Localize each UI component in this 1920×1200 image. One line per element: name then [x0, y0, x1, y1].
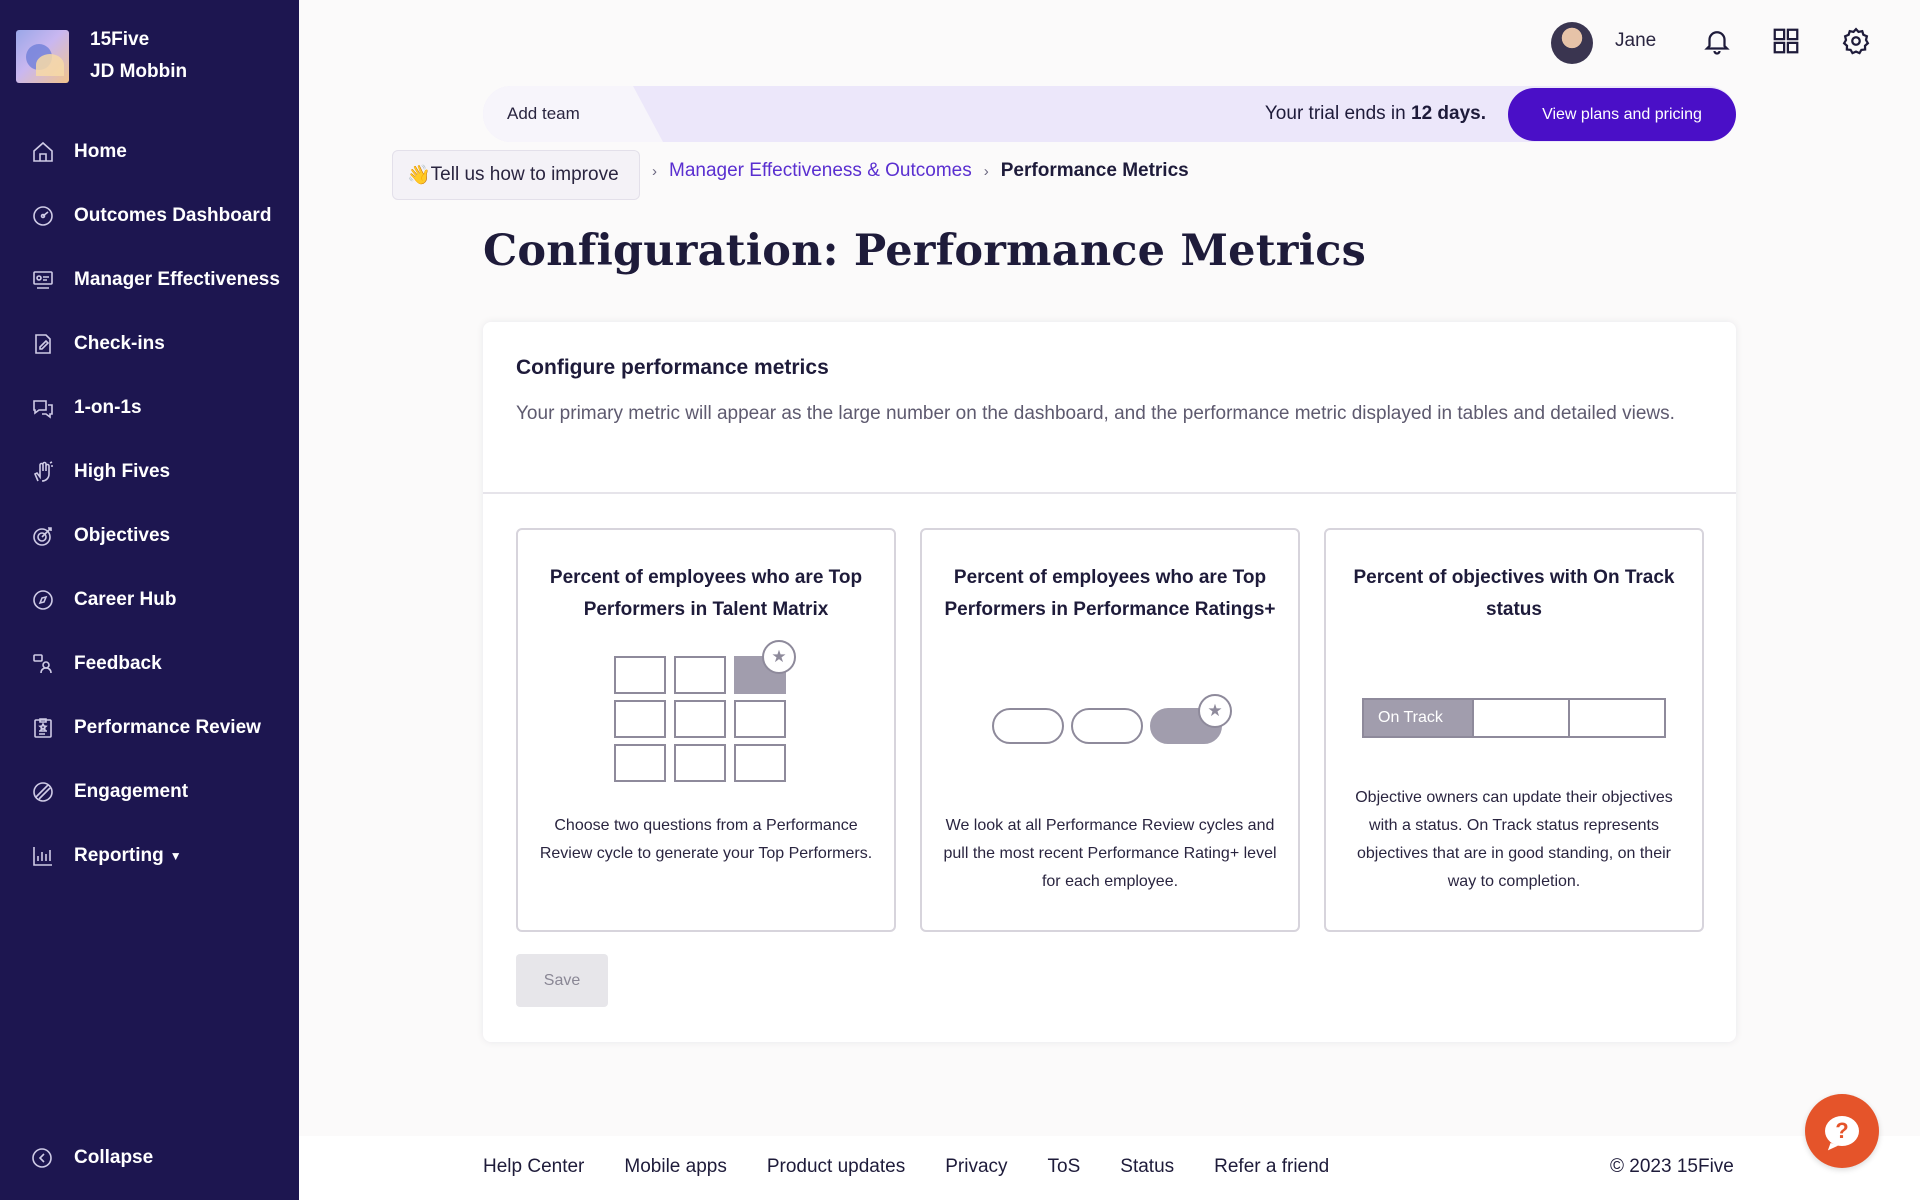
org-switcher[interactable]: 15Five JD Mobbin [16, 24, 187, 88]
avatar[interactable] [1551, 22, 1593, 64]
sidebar-item-home[interactable]: Home [0, 120, 299, 184]
footer-link[interactable]: Status [1120, 1156, 1174, 1178]
wave-icon: 👋 [407, 165, 431, 186]
home-icon [30, 139, 56, 165]
sidebar-item-objectives[interactable]: Objectives [0, 504, 299, 568]
breadcrumb: › Manager Effectiveness & Outcomes › Per… [640, 160, 1189, 182]
view-plans-button[interactable]: View plans and pricing [1508, 88, 1736, 141]
sidebar-item-label: Engagement [74, 781, 189, 802]
sidebar-item-label: Feedback [74, 653, 162, 674]
sidebar-item-career-hub[interactable]: Career Hub [0, 568, 299, 632]
sidebar-item-label: Manager Effectiveness [74, 269, 280, 290]
option-title: Percent of employees who are Top Perform… [944, 567, 1276, 620]
sidebar-item-label: Reporting [74, 845, 164, 866]
sidebar-item-label: Outcomes Dashboard [74, 205, 272, 226]
sidebar-item-1-on-1s[interactable]: 1-on-1s [0, 376, 299, 440]
sidebar-item-performance-review[interactable]: Performance Review [0, 696, 299, 760]
metric-option-talent-matrix[interactable]: Percent of employees who are Top Perform… [516, 528, 896, 932]
footer-link[interactable]: Refer a friend [1214, 1156, 1329, 1178]
target-icon [30, 523, 56, 549]
talent-matrix-illustration: ★ [614, 640, 796, 794]
sidebar-item-manager-effectiveness[interactable]: Manager Effectiveness [0, 248, 299, 312]
metric-options: Percent of employees who are Top Perform… [516, 528, 1704, 932]
sidebar-item-label: Check-ins [74, 333, 165, 354]
dashboard-icon [30, 203, 56, 229]
trial-text: Your trial ends in 12 days. [1264, 103, 1486, 124]
metric-option-on-track[interactable]: Percent of objectives with On Track stat… [1324, 528, 1704, 932]
footer-links: Help Center Mobile apps Product updates … [483, 1156, 1369, 1178]
collapse-label: Collapse [74, 1147, 154, 1168]
status-bar-illustration: On Track [1362, 698, 1666, 738]
footer-link[interactable]: Privacy [945, 1156, 1007, 1178]
question-icon: ? [1825, 1116, 1859, 1146]
star-icon: ★ [762, 640, 796, 674]
card-header: Configure performance metrics Your prima… [483, 322, 1736, 494]
sidebar-item-feedback[interactable]: Feedback [0, 632, 299, 696]
sidebar-item-label: Career Hub [74, 589, 177, 610]
sidebar-item-label: 1-on-1s [74, 397, 142, 418]
improve-label: Tell us how to improve [430, 164, 619, 185]
page-title: Configuration: Performance Metrics [483, 226, 1366, 276]
sidebar-item-outcomes-dashboard[interactable]: Outcomes Dashboard [0, 184, 299, 248]
option-description: Choose two questions from a Performance … [539, 817, 873, 862]
metric-option-performance-ratings[interactable]: Percent of employees who are Top Perform… [920, 528, 1300, 932]
add-team-button[interactable]: Add team [483, 86, 663, 142]
card-title: Configure performance metrics [516, 356, 829, 379]
sidebar-nav: Home Outcomes Dashboard Manager Effectiv… [0, 120, 299, 888]
footer-link[interactable]: Help Center [483, 1156, 584, 1178]
chart-icon [30, 843, 56, 869]
chevron-right-icon: › [983, 162, 989, 180]
engagement-icon [30, 779, 56, 805]
sidebar: 15Five JD Mobbin Home Outcomes Dashboard… [0, 0, 299, 1200]
footer-link[interactable]: Mobile apps [624, 1156, 726, 1178]
feedback-icon [30, 651, 56, 677]
org-logo [16, 29, 69, 83]
org-user: JD Mobbin [90, 61, 188, 82]
save-button[interactable]: Save [516, 954, 608, 1007]
copyright: © 2023 15Five [1610, 1156, 1734, 1177]
option-title: Percent of objectives with On Track stat… [1353, 567, 1675, 620]
chevron-left-circle-icon [32, 1148, 52, 1168]
option-description: We look at all Performance Review cycles… [943, 817, 1277, 890]
review-icon [30, 715, 56, 741]
sidebar-item-label: Performance Review [74, 717, 261, 738]
footer-link[interactable]: ToS [1048, 1156, 1081, 1178]
star-icon: ★ [1198, 694, 1232, 728]
help-chat-button[interactable]: ? [1805, 1094, 1879, 1168]
sidebar-item-label: High Fives [74, 461, 171, 482]
sidebar-item-high-fives[interactable]: High Fives [0, 440, 299, 504]
bell-icon[interactable] [1700, 24, 1734, 58]
card-description: Your primary metric will appear as the l… [516, 403, 1675, 424]
footer: Help Center Mobile apps Product updates … [299, 1136, 1920, 1200]
collapse-button[interactable]: Collapse [30, 1146, 153, 1170]
manager-icon [30, 267, 56, 293]
sidebar-item-engagement[interactable]: Engagement [0, 760, 299, 824]
option-description: Objective owners can update their object… [1355, 789, 1673, 890]
chevron-right-icon: › [652, 162, 657, 180]
breadcrumb-current: Performance Metrics [1000, 160, 1189, 181]
user-name[interactable]: Jane [1615, 30, 1656, 52]
apps-grid-icon[interactable] [1769, 24, 1803, 58]
checkin-icon [30, 331, 56, 357]
gear-icon[interactable] [1839, 24, 1873, 58]
sidebar-item-label: Home [74, 141, 127, 162]
option-title: Percent of employees who are Top Perform… [549, 567, 863, 620]
compass-icon [30, 587, 56, 613]
on-track-segment: On Track [1364, 700, 1474, 736]
sidebar-item-label: Objectives [74, 525, 171, 546]
chevron-down-icon: ▼ [169, 849, 182, 863]
config-card: Configure performance metrics Your prima… [483, 322, 1736, 1042]
feedback-improve-button[interactable]: 👋 Tell us how to improve [392, 150, 640, 200]
high-five-icon [30, 459, 56, 485]
sidebar-item-check-ins[interactable]: Check-ins [0, 312, 299, 376]
breadcrumb-link[interactable]: Manager Effectiveness & Outcomes [669, 160, 972, 182]
chat-icon [30, 395, 56, 421]
trial-days: 12 days. [1411, 103, 1486, 124]
footer-link[interactable]: Product updates [767, 1156, 905, 1178]
org-name: 15Five [90, 29, 150, 50]
sidebar-item-reporting[interactable]: Reporting ▼ [0, 824, 299, 888]
